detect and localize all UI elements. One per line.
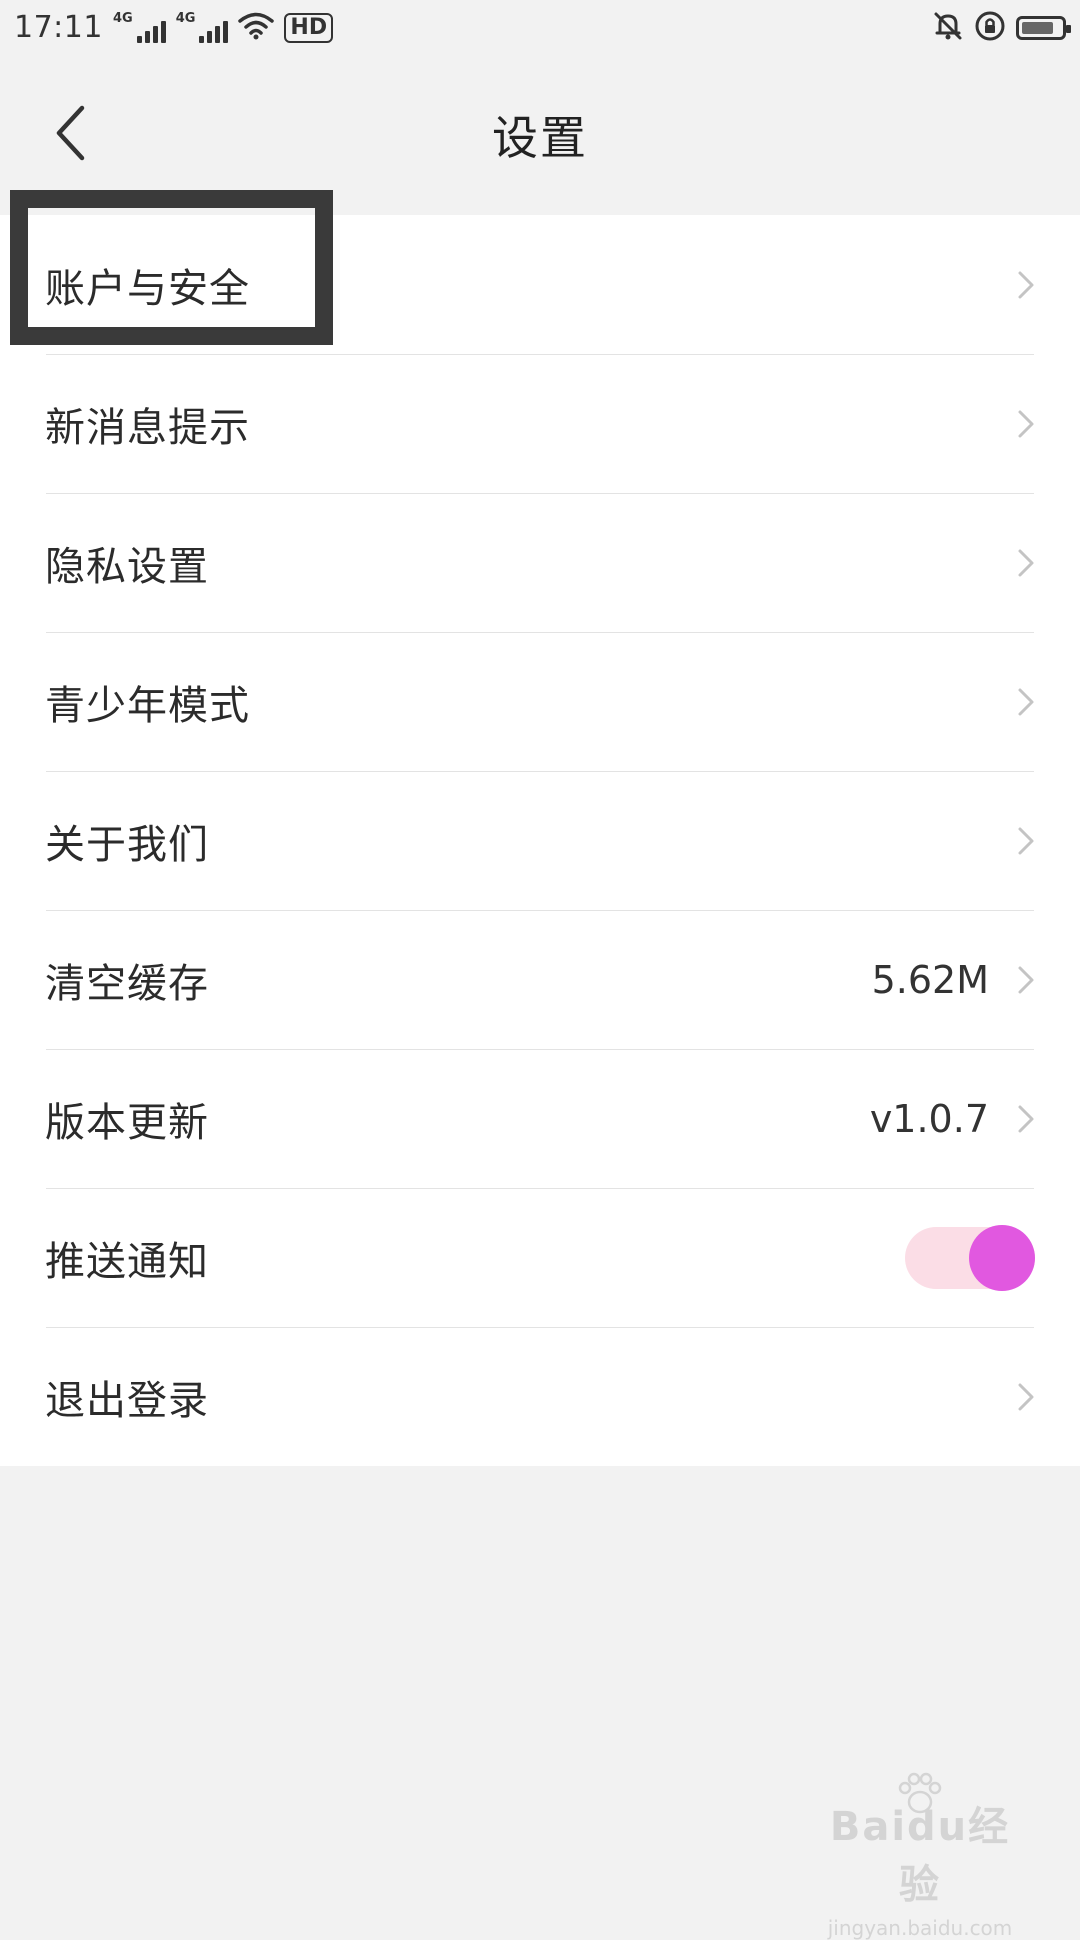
paw-logo-icon: [895, 1772, 945, 1820]
settings-item-label: 关于我们: [45, 821, 209, 868]
signal-bars-icon: [199, 19, 229, 43]
push-notification-toggle[interactable]: [905, 1224, 1035, 1291]
network-label-2: 4G: [175, 11, 196, 26]
settings-item-label: 账户与安全: [45, 265, 250, 312]
settings-item-label: 隐私设置: [45, 543, 209, 590]
watermark: Baidu经验 jingyan.baidu.com: [815, 1772, 1025, 1940]
network-label-1: 4G: [112, 11, 133, 26]
chevron-right-icon: [1017, 687, 1035, 717]
settings-item-label: 清空缓存: [45, 960, 209, 1007]
toggle-knob: [969, 1224, 1035, 1291]
chevron-right-icon: [1017, 1382, 1035, 1412]
cache-size-value: 5.62M: [871, 957, 989, 1002]
settings-item-about-us[interactable]: 关于我们: [0, 771, 1080, 910]
settings-item-logout[interactable]: 退出登录: [0, 1327, 1080, 1466]
settings-list: 账户与安全 新消息提示 隐私设置 青少年模式 关于我们 清空缓存 5.62M 版…: [0, 215, 1080, 1466]
settings-item-right: [1017, 1382, 1035, 1412]
chevron-left-icon: [54, 104, 86, 166]
settings-item-version-update[interactable]: 版本更新 v1.0.7: [0, 1049, 1080, 1188]
settings-item-right: v1.0.7: [870, 1097, 1035, 1141]
version-value: v1.0.7: [869, 1096, 989, 1141]
settings-item-new-message-alert[interactable]: 新消息提示: [0, 354, 1080, 493]
chevron-right-icon: [1017, 409, 1035, 439]
chevron-right-icon: [1017, 965, 1035, 995]
status-bar: 17:11 4G 4G HD: [0, 0, 1080, 55]
battery-icon: [1016, 15, 1071, 40]
settings-item-right: [1017, 409, 1035, 439]
chevron-right-icon: [1017, 548, 1035, 578]
settings-item-right: [1017, 548, 1035, 578]
chevron-right-icon: [1017, 1104, 1035, 1134]
signal-bars-icon: [136, 19, 166, 43]
settings-item-right: 5.62M: [872, 958, 1035, 1002]
settings-item-privacy[interactable]: 隐私设置: [0, 493, 1080, 632]
bell-muted-icon: [932, 10, 964, 46]
status-time: 17:11: [14, 10, 103, 45]
settings-item-teen-mode[interactable]: 青少年模式: [0, 632, 1080, 771]
chevron-right-icon: [1017, 270, 1035, 300]
settings-item-right: [1017, 826, 1035, 856]
app-header: 设置: [0, 55, 1080, 215]
page-title: 设置: [492, 111, 588, 165]
settings-item-clear-cache[interactable]: 清空缓存 5.62M: [0, 910, 1080, 1049]
settings-item-account-security[interactable]: 账户与安全: [0, 215, 1080, 354]
wifi-icon: [238, 12, 275, 44]
settings-item-label: 推送通知: [45, 1238, 209, 1285]
hd-call-icon: HD: [284, 12, 334, 43]
settings-item-right: [905, 1224, 1035, 1291]
settings-item-push-notification: 推送通知: [0, 1188, 1080, 1327]
signal-4g-2: 4G: [176, 12, 229, 43]
settings-item-label: 新消息提示: [45, 404, 250, 451]
back-button[interactable]: [45, 100, 95, 170]
settings-item-right: [1017, 270, 1035, 300]
signal-4g-1: 4G: [113, 12, 166, 43]
settings-item-label: 青少年模式: [45, 682, 250, 729]
chevron-right-icon: [1017, 826, 1035, 856]
status-bar-left: 17:11 4G 4G HD: [14, 10, 334, 45]
status-bar-right: [932, 10, 1071, 46]
settings-item-label: 版本更新: [45, 1099, 209, 1146]
settings-item-label: 退出登录: [45, 1377, 209, 1424]
rotation-lock-icon: [974, 10, 1006, 46]
settings-item-right: [1017, 687, 1035, 717]
